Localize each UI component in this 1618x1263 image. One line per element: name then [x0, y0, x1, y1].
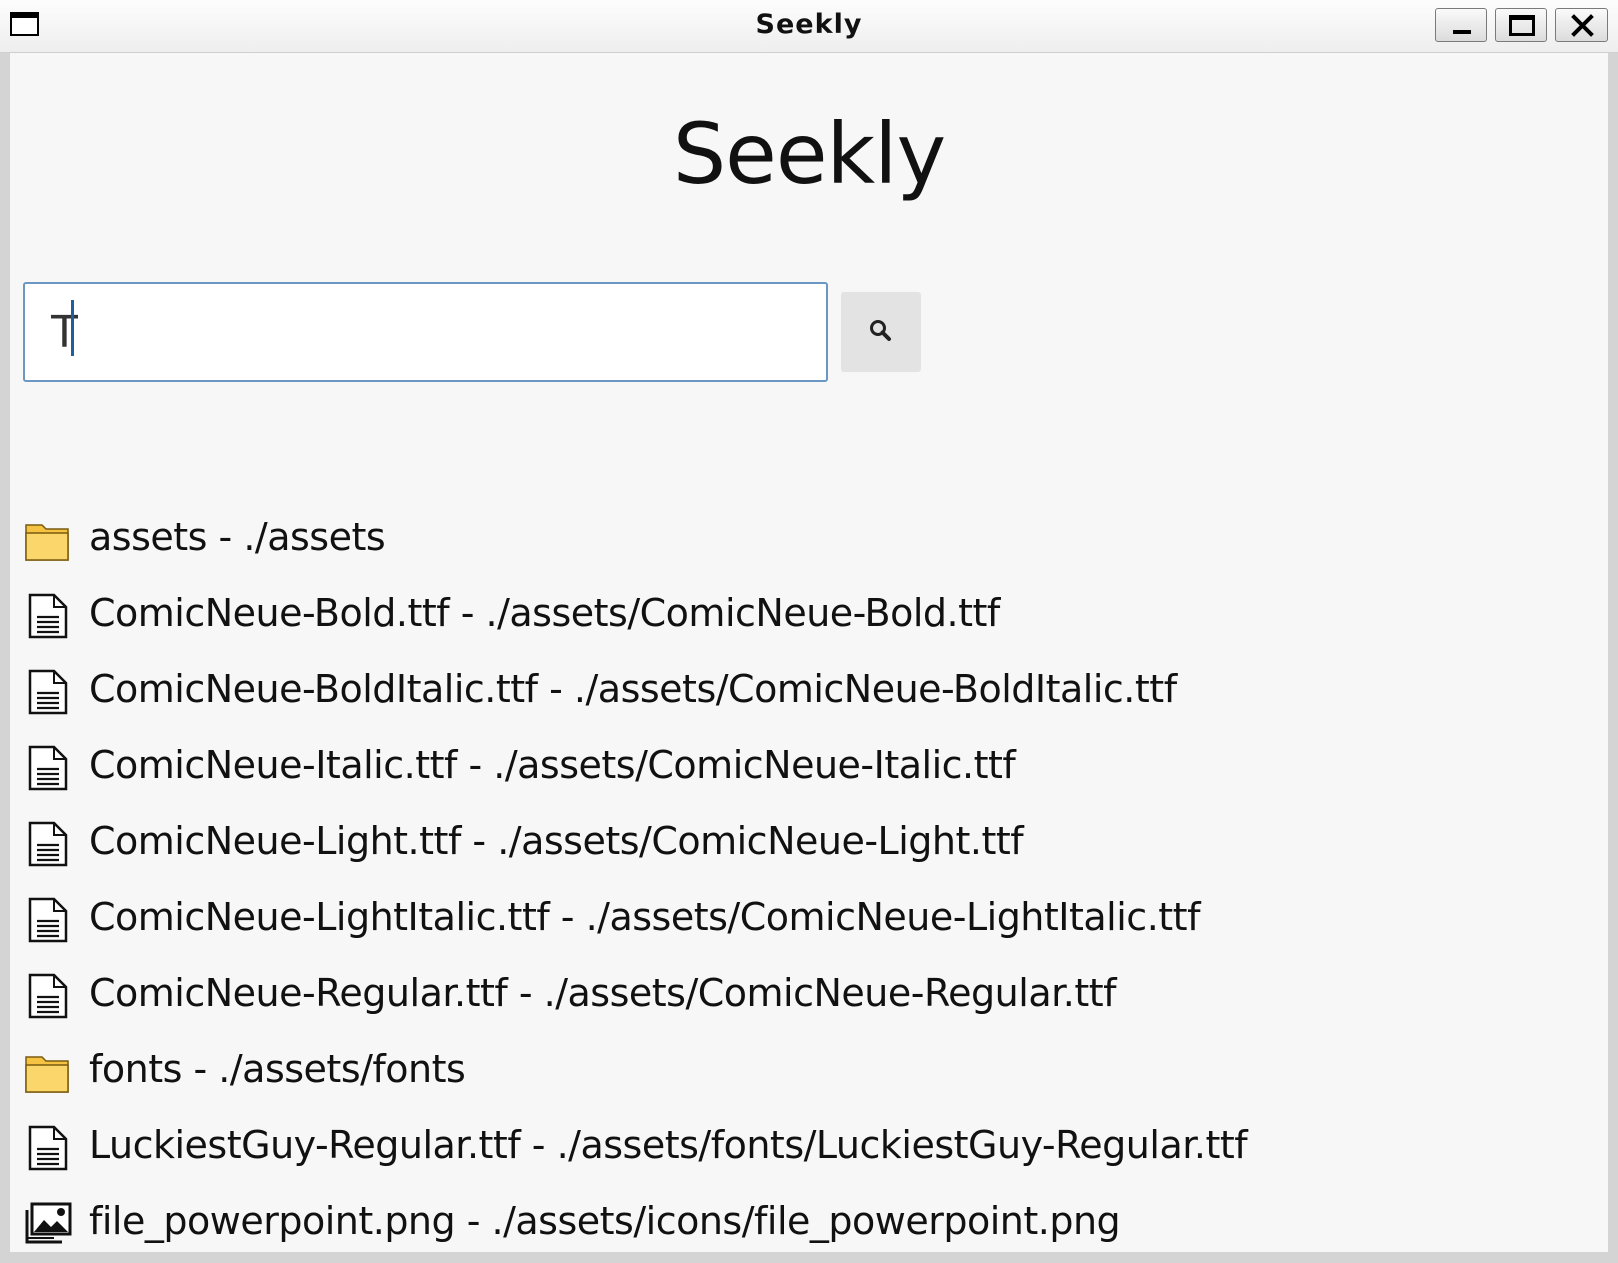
file-icon — [24, 592, 72, 640]
close-button[interactable] — [1555, 8, 1608, 42]
main-content: Seekly assets - ./assets ComicNeue-Bold.t… — [10, 53, 1608, 1252]
result-item[interactable]: LuckiestGuy-Regular.ttf - ./assets/fonts… — [10, 1111, 1608, 1187]
app-window: Seekly Seekly assets - ./assets ComicNeue… — [0, 0, 1618, 1258]
search-input[interactable] — [23, 282, 828, 382]
file-icon — [24, 1124, 72, 1172]
result-item[interactable]: ComicNeue-Bold.ttf - ./assets/ComicNeue-… — [10, 579, 1608, 655]
result-label: ComicNeue-BoldItalic.ttf - ./assets/Comi… — [89, 667, 1177, 711]
folder-icon — [24, 1048, 72, 1096]
result-item[interactable]: fonts - ./assets/fonts — [10, 1035, 1608, 1111]
result-label: ComicNeue-Bold.ttf - ./assets/ComicNeue-… — [89, 591, 1000, 635]
result-label: fonts - ./assets/fonts — [89, 1047, 466, 1091]
results-list: assets - ./assets ComicNeue-Bold.ttf - ./… — [10, 503, 1608, 1263]
file-icon — [24, 896, 72, 944]
image-icon — [24, 1200, 72, 1248]
result-item[interactable]: ComicNeue-Regular.ttf - ./assets/ComicNe… — [10, 959, 1608, 1035]
window-title: Seekly — [755, 9, 863, 40]
file-icon — [24, 668, 72, 716]
file-icon — [24, 820, 72, 868]
result-label: ComicNeue-Italic.ttf - ./assets/ComicNeu… — [89, 743, 1016, 787]
close-icon — [1571, 14, 1594, 37]
result-item[interactable]: ComicNeue-Light.ttf - ./assets/ComicNeue… — [10, 807, 1608, 883]
result-item[interactable]: ComicNeue-LightItalic.ttf - ./assets/Com… — [10, 883, 1608, 959]
file-icon — [24, 744, 72, 792]
text-cursor — [71, 300, 74, 356]
file-icon — [24, 972, 72, 1020]
folder-icon — [24, 516, 72, 564]
search-button[interactable] — [841, 292, 921, 372]
result-label: file_powerpoint.png - ./assets/icons/fil… — [89, 1199, 1121, 1243]
maximize-button[interactable] — [1495, 8, 1547, 42]
result-item[interactable]: file_powerpoint.png - ./assets/icons/fil… — [10, 1187, 1608, 1263]
result-item[interactable]: assets - ./assets — [10, 503, 1608, 579]
result-label: assets - ./assets — [89, 515, 386, 559]
maximize-icon — [1509, 15, 1535, 36]
app-title: Seekly — [672, 105, 946, 203]
result-item[interactable]: ComicNeue-BoldItalic.ttf - ./assets/Comi… — [10, 655, 1608, 731]
result-label: ComicNeue-Regular.ttf - ./assets/ComicNe… — [89, 971, 1117, 1015]
result-label: LuckiestGuy-Regular.ttf - ./assets/fonts… — [89, 1123, 1248, 1167]
minimize-icon — [1453, 30, 1471, 34]
result-label: ComicNeue-LightItalic.ttf - ./assets/Com… — [89, 895, 1200, 939]
result-label: ComicNeue-Light.ttf - ./assets/ComicNeue… — [89, 819, 1024, 863]
title-bar[interactable]: Seekly — [0, 0, 1618, 53]
search-icon — [870, 320, 891, 341]
minimize-button[interactable] — [1435, 8, 1487, 42]
result-item[interactable]: ComicNeue-Italic.ttf - ./assets/ComicNeu… — [10, 731, 1608, 807]
